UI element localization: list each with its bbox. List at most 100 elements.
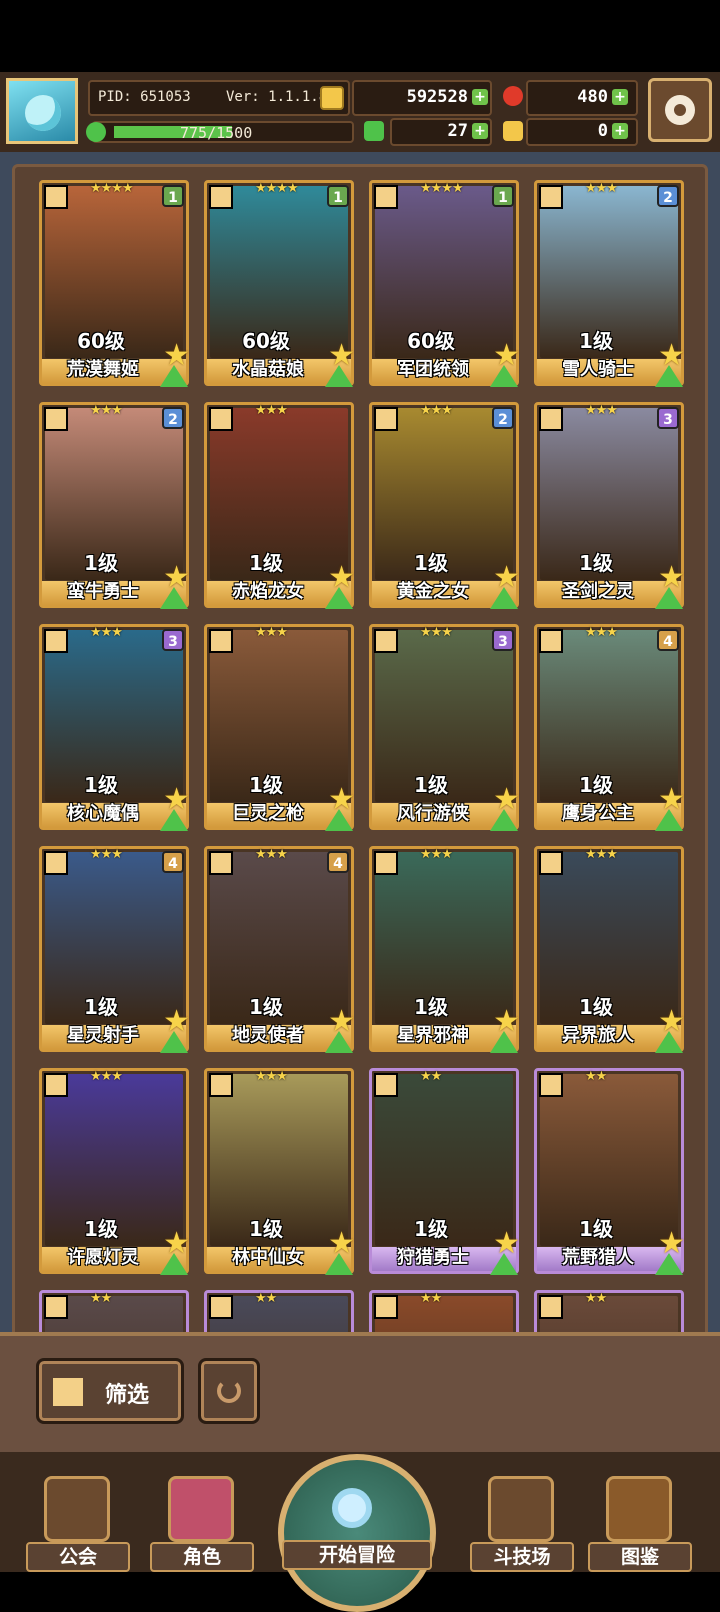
class-type-icon (374, 185, 398, 209)
character-card[interactable]: ★★ 1级 狩猎勇士 ★ (369, 1068, 520, 1275)
gem-amount: 480 (577, 87, 608, 107)
character-card[interactable]: ★★★ 1级 赤焰龙女 ★ (204, 402, 355, 609)
rarity-stars: ★★★ (90, 847, 123, 862)
character-card[interactable]: ★★★★ 1 60级 水晶菇娘 ★ (204, 180, 355, 387)
character-name: 水晶菇娘 (232, 359, 304, 380)
class-type-icon (44, 185, 68, 209)
nav-arena[interactable]: 斗技场 (470, 1468, 574, 1572)
add-gold-button[interactable]: + (472, 89, 488, 105)
level-up-arrow-icon (655, 587, 683, 609)
rarity-stars: ★★ (585, 1291, 607, 1306)
character-panel: ★★★★ 1 60级 荒漠舞姬 ★ ★★★★ 1 60级 水晶菇娘 ★ ★★★★ 1 60级 军团统领 ★ ★… (0, 152, 720, 1342)
add-scroll-button[interactable]: + (612, 123, 628, 139)
rarity-stars: ★★ (420, 1069, 442, 1084)
red-gem-icon (503, 86, 523, 106)
class-type-icon (209, 851, 233, 875)
nav-role[interactable]: 角色 (150, 1468, 254, 1572)
character-name: 军团统领 (397, 359, 469, 380)
level-up-arrow-icon (490, 1031, 518, 1053)
add-clover-button[interactable]: + (472, 123, 488, 139)
rarity-stars: ★★★ (255, 403, 288, 418)
character-grid[interactable]: ★★★★ 1 60级 荒漠舞姬 ★ ★★★★ 1 60级 水晶菇娘 ★ ★★★★ 1 60级 军团统领 ★ ★… (12, 164, 708, 1342)
character-card[interactable]: ★★★ 3 1级 圣剑之灵 ★ (534, 402, 685, 609)
level-up-arrow-icon (325, 1253, 353, 1275)
refresh-button[interactable] (198, 1358, 260, 1424)
add-gem-button[interactable]: + (612, 89, 628, 105)
character-level: 60级 (77, 329, 125, 353)
level-up-arrow-icon (655, 365, 683, 387)
filter-button[interactable]: 筛选 (36, 1358, 184, 1424)
character-card[interactable]: ★★★ 1级 巨灵之枪 ★ (204, 624, 355, 831)
character-card[interactable]: ★★ 1级 荒野猎人 ★ (534, 1068, 685, 1275)
class-type-icon (539, 1295, 563, 1319)
version-text: Ver: 1.1.1.8 (226, 89, 328, 105)
class-type-icon (374, 407, 398, 431)
level-up-arrow-icon (160, 365, 188, 387)
rank-badge: 2 (492, 407, 514, 429)
rank-badge: 4 (162, 851, 184, 873)
exp-text: 775/1500 (180, 124, 253, 142)
level-up-arrow-icon (325, 1031, 353, 1053)
character-card[interactable]: ★★★ 3 1级 核心魔偶 ★ (39, 624, 190, 831)
class-type-icon (374, 851, 398, 875)
level-up-arrow-icon (655, 1253, 683, 1275)
rank-badge: 4 (327, 851, 349, 873)
class-type-icon (209, 1073, 233, 1097)
settings-button[interactable] (648, 78, 712, 142)
level-up-arrow-icon (490, 587, 518, 609)
class-type-icon (539, 407, 563, 431)
rank-badge: 3 (492, 629, 514, 651)
class-type-icon (374, 629, 398, 653)
character-name: 蛮牛勇士 (67, 581, 139, 602)
character-name: 雪人骑士 (562, 359, 634, 380)
nav-start-label: 开始冒险 (282, 1540, 432, 1570)
character-level: 1级 (414, 551, 448, 575)
nav-guild[interactable]: 公会 (26, 1468, 130, 1572)
class-type-icon (374, 1295, 398, 1319)
rarity-stars: ★★ (585, 1069, 607, 1084)
character-icon (168, 1476, 234, 1542)
character-level: 1级 (84, 1217, 118, 1241)
rarity-stars: ★★★ (255, 1069, 288, 1084)
class-type-icon (44, 1073, 68, 1097)
scroll-amount: 0 (597, 121, 608, 141)
rank-badge: 1 (492, 185, 514, 207)
refresh-icon (217, 1379, 241, 1403)
character-level: 1级 (84, 995, 118, 1019)
rank-badge: 1 (327, 185, 349, 207)
rarity-stars: ★★★ (90, 1069, 123, 1084)
rank-badge: 1 (162, 185, 184, 207)
character-card[interactable]: ★★★★ 1 60级 军团统领 ★ (369, 180, 520, 387)
character-name: 核心魔偶 (67, 803, 139, 824)
nav-start-adventure[interactable]: 开始冒险 (272, 1448, 442, 1612)
character-card[interactable]: ★★★ 1级 星界邪神 ★ (369, 846, 520, 1053)
player-avatar[interactable] (6, 78, 78, 144)
character-card[interactable]: ★★★ 4 1级 地灵使者 ★ (204, 846, 355, 1053)
rarity-stars: ★★★ (90, 403, 123, 418)
character-card[interactable]: ★★★ 4 1级 鹰身公主 ★ (534, 624, 685, 831)
nav-codex[interactable]: 图鉴 (588, 1468, 692, 1572)
character-card[interactable]: ★★★ 2 1级 黄金之女 ★ (369, 402, 520, 609)
character-card[interactable]: ★★★★ 1 60级 荒漠舞姬 ★ (39, 180, 190, 387)
class-type-icon (209, 629, 233, 653)
character-card[interactable]: ★★★ 2 1级 蛮牛勇士 ★ (39, 402, 190, 609)
level-up-arrow-icon (655, 1031, 683, 1053)
class-type-icon (44, 629, 68, 653)
character-name: 异界旅人 (562, 1025, 634, 1046)
nav-guild-label: 公会 (26, 1542, 130, 1572)
class-type-icon (539, 851, 563, 875)
character-card[interactable]: ★★★ 4 1级 星灵射手 ★ (39, 846, 190, 1053)
guild-building-icon (44, 1476, 110, 1542)
grid-icon (53, 1378, 83, 1406)
character-card[interactable]: ★★★ 2 1级 雪人骑士 ★ (534, 180, 685, 387)
character-level: 1级 (414, 1217, 448, 1241)
level-up-arrow-icon (325, 587, 353, 609)
character-name: 鹰身公主 (562, 803, 634, 824)
character-card[interactable]: ★★★ 3 1级 风行游侠 ★ (369, 624, 520, 831)
rarity-stars: ★★★ (585, 403, 618, 418)
character-card[interactable]: ★★★ 1级 许愿灯灵 ★ (39, 1068, 190, 1275)
crossed-swords-icon (488, 1476, 554, 1542)
character-card[interactable]: ★★★ 1级 林中仙女 ★ (204, 1068, 355, 1275)
filter-label: 筛选 (105, 1383, 150, 1408)
character-card[interactable]: ★★★ 1级 异界旅人 ★ (534, 846, 685, 1053)
